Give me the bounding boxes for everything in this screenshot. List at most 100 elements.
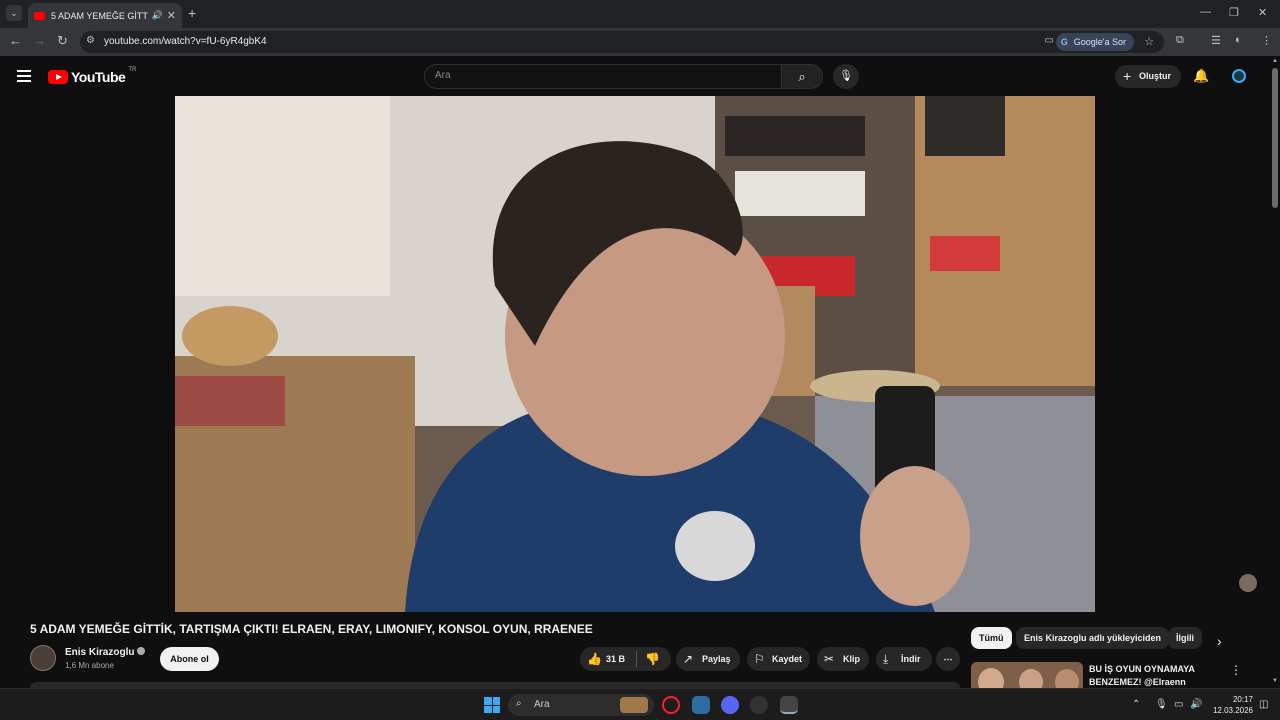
system-clock[interactable]: 20:17 12.03.2026 [1209,694,1253,716]
chip-from-uploader[interactable]: Enis Kirazoglu adlı yükleyiciden [1016,627,1170,649]
channel-name-link[interactable]: Enis Kirazoglu [65,647,146,658]
minimize-icon[interactable]: — [1200,6,1211,18]
miniplayer-avatar[interactable] [1239,574,1257,592]
scrollbar-thumb[interactable] [1272,68,1278,208]
tab-title: 5 ADAM YEMEĞE GİTTİK, TA [51,10,148,21]
scissors-icon: ✂ [824,652,835,666]
reload-icon[interactable]: ↻ [57,33,68,49]
profile-icon[interactable]: ◐ [1235,34,1242,46]
clip-label: Klip [843,654,860,664]
new-tab-button[interactable]: + [188,5,196,21]
notification-icon[interactable]: ◫ [1259,699,1268,710]
thumbnail-image [971,662,1083,688]
google-icon: G [1060,37,1068,47]
bookmark-star-icon[interactable]: ☆ [1144,35,1154,48]
download-label: İndir [901,654,921,664]
search-highlight-image [620,697,648,713]
chevron-right-icon[interactable]: › [1217,633,1222,649]
search-box [424,64,782,89]
ask-google-button[interactable]: G Google'a Sor [1055,33,1134,51]
address-bar[interactable]: ⚙ youtube.com/watch?v=fU-6yR4gbK4 ▭ G Goo… [80,31,1164,53]
youtube-favicon-icon [34,11,45,20]
clock-date: 12.03.2026 [1212,706,1253,715]
video-title: 5 ADAM YEMEĞE GİTTİK, TARTIŞMA ÇIKTI! EL… [30,622,593,636]
browser-tab-strip: ⌄ 5 ADAM YEMEĞE GİTTİK, TA 🔊 ✕ + — ❐ ✕ [0,0,1280,28]
bookmark-icon: ⚐ [754,652,765,666]
url-text[interactable]: youtube.com/watch?v=fU-6yR4gbK4 [104,36,267,47]
browser-menu-icon[interactable]: ⋮ [1261,34,1272,47]
ask-google-label: Google'a Sor [1073,37,1126,47]
save-button[interactable]: ⚐ Kaydet [747,647,810,671]
share-arrow-icon: ↗ [683,652,694,666]
tray-chevron-icon[interactable]: ⌃ [1132,699,1140,710]
share-label: Paylaş [702,654,731,664]
microphone-icon: 🎙 [839,70,853,82]
extensions-icon[interactable]: ⧉ [1176,34,1184,47]
clock-time: 20:17 [1232,695,1253,704]
voice-search-button[interactable]: 🎙 [833,64,859,89]
search-button[interactable]: ⌕ [781,64,823,89]
youtube-header: YouTube TR ⌕ 🎙 + Oluştur 🔔 [0,56,1270,96]
opera-app-icon[interactable] [662,696,680,714]
chrome-app-icon[interactable] [780,696,798,714]
create-button[interactable]: + Oluştur [1115,65,1182,88]
browser-toolbar: ← → ↻ ⚙ youtube.com/watch?v=fU-6yR4gbK4 … [0,28,1280,56]
verified-badge-icon [137,647,146,655]
clip-button[interactable]: ✂ Klip [817,647,869,671]
video-frame-image [175,96,1095,612]
scroll-up-icon[interactable]: ▲ [1272,58,1278,64]
save-label: Kaydet [772,654,803,664]
download-button[interactable]: ⤓ İndir [876,647,932,671]
cast-icon[interactable]: ▭ [1045,35,1054,46]
like-button[interactable]: 👍 31 B [580,647,636,671]
discord-app-icon[interactable] [721,696,739,714]
browser-tab-active[interactable]: 5 ADAM YEMEĞE GİTTİK, TA 🔊 ✕ [28,3,182,28]
thumbs-down-icon: 👎 [645,652,660,666]
plus-icon: + [1123,68,1132,84]
more-actions-button[interactable]: ⋯ [936,647,960,671]
account-avatar[interactable] [1232,69,1246,83]
more-vertical-icon[interactable]: ⋮ [1230,663,1242,677]
like-count: 31 B [606,654,626,664]
dislike-button[interactable]: 👎 [637,647,671,671]
search-icon: ⌕ [798,69,806,84]
chip-all[interactable]: Tümü [971,627,1012,649]
close-window-icon[interactable]: ✕ [1258,6,1267,19]
more-horizontal-icon: ⋯ [943,654,953,664]
windows-start-icon[interactable] [484,697,500,713]
scroll-down-icon[interactable]: ▼ [1272,678,1278,684]
close-tab-icon[interactable]: ✕ [167,9,176,22]
subscriber-count: 1,6 Mn abone [65,661,114,670]
country-code: TR [128,67,137,73]
back-arrow-icon[interactable]: ← [9,33,22,48]
subscribe-button[interactable]: Abone ol [160,647,219,671]
network-icon[interactable]: ▭ [1174,699,1183,710]
recommended-thumbnail[interactable] [971,662,1083,688]
app-icon[interactable] [692,696,710,714]
channel-name: Enis Kirazoglu [65,647,135,658]
tab-search-button[interactable]: ⌄ [6,5,22,21]
thumbs-up-icon: 👍 [587,652,602,666]
share-button[interactable]: ↗ Paylaş [676,647,740,671]
page-scrollbar[interactable]: ▲ ▼ [1270,56,1280,688]
taskbar-search[interactable]: ⌕ Ara [508,694,654,716]
app-icon-2[interactable] [750,696,768,714]
speaker-icon[interactable]: 🔊 [152,10,163,21]
forward-arrow-icon[interactable]: → [33,33,46,48]
chip-related[interactable]: İlgili [1168,627,1202,649]
site-info-icon[interactable]: ⚙ [86,35,95,46]
youtube-logo[interactable]: YouTube TR [48,67,137,85]
restore-icon[interactable]: ❐ [1229,6,1239,19]
hamburger-menu-icon[interactable] [17,70,31,82]
taskbar-search-label: Ara [534,699,550,710]
reading-list-icon[interactable]: ☰ [1211,34,1221,47]
volume-icon[interactable]: 🔊 [1190,699,1202,710]
microphone-icon[interactable]: 🎙 [1155,699,1168,710]
video-player[interactable] [175,96,1095,612]
search-input[interactable] [435,70,765,81]
notifications-bell-icon[interactable]: 🔔 [1193,68,1209,84]
youtube-play-icon [48,70,68,84]
channel-avatar[interactable] [30,645,56,671]
search-icon: ⌕ [516,698,522,709]
logo-text: YouTube [71,69,126,85]
